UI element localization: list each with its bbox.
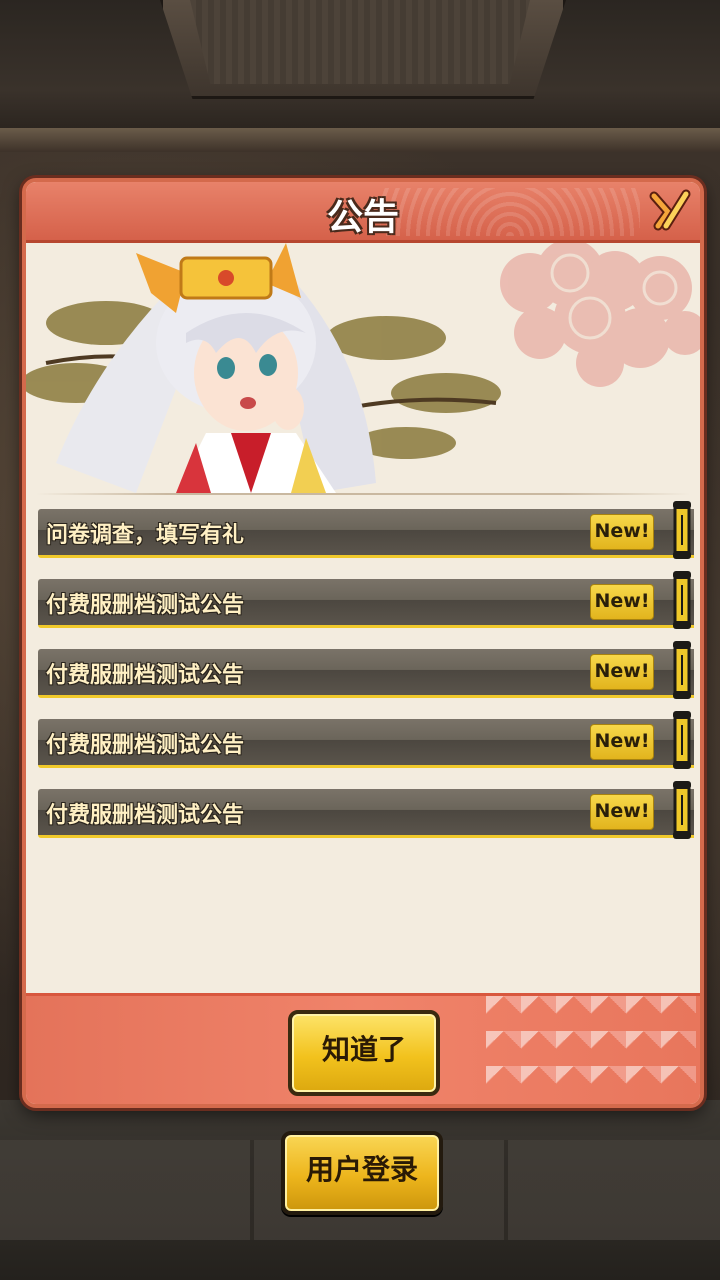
scroll-icon — [673, 711, 691, 769]
close-button[interactable] — [646, 186, 694, 234]
new-badge: New! — [590, 654, 654, 690]
notice-title: 付费服删档测试公告 — [46, 663, 245, 688]
triangle-pattern — [486, 996, 696, 1101]
new-badge: New! — [590, 514, 654, 550]
user-login-button[interactable]: 用户登录 — [281, 1131, 443, 1215]
dialog-content: 问卷调查，填写有礼 New! 付费服删档测试公告 New! 付费服删档测试公告 … — [26, 243, 700, 993]
scroll-icon — [673, 641, 691, 699]
dialog-footer: 知道了 — [26, 993, 700, 1104]
new-badge: New! — [590, 794, 654, 830]
wooden-beam — [0, 128, 720, 152]
notice-title: 问卷调查，填写有礼 — [46, 523, 245, 548]
notice-item[interactable]: 付费服删档测试公告 New! — [38, 711, 694, 769]
acknowledge-button[interactable]: 知道了 — [288, 1010, 440, 1096]
notice-title: 付费服删档测试公告 — [46, 803, 245, 828]
new-badge: New! — [590, 724, 654, 760]
notice-list: 问卷调查，填写有礼 New! 付费服删档测试公告 New! 付费服删档测试公告 … — [38, 501, 694, 859]
dialog-header: 公告 — [26, 182, 700, 243]
lantern-slats — [190, 0, 530, 84]
notice-title: 付费服删档测试公告 — [46, 593, 245, 618]
scroll-icon — [673, 781, 691, 839]
notice-item[interactable]: 付费服删档测试公告 New! — [38, 571, 694, 629]
notice-item[interactable]: 付费服删档测试公告 New! — [38, 781, 694, 839]
close-x-icon — [649, 189, 691, 231]
announcement-dialog: 公告 问卷调查，填写有礼 New! 付费服删档测试公告 New! 付费服删档测试… — [22, 178, 704, 1108]
notice-item[interactable]: 问卷调查，填写有礼 New! — [38, 501, 694, 559]
shrine-maiden-illustration — [26, 243, 501, 493]
new-badge: New! — [590, 584, 654, 620]
notice-item[interactable]: 付费服删档测试公告 New! — [38, 641, 694, 699]
banner-divider — [36, 493, 690, 495]
notice-title: 付费服删档测试公告 — [46, 733, 245, 758]
scroll-icon — [673, 501, 691, 559]
scroll-icon — [673, 571, 691, 629]
dialog-title: 公告 — [326, 197, 399, 238]
